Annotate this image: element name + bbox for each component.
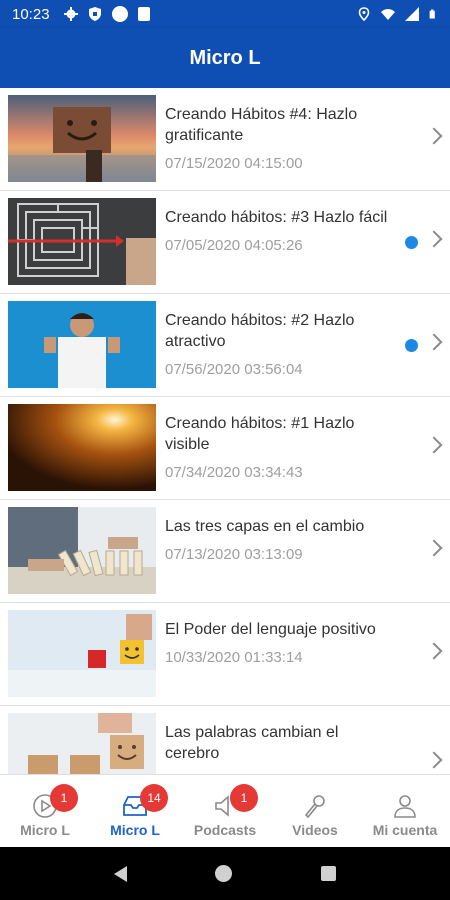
chevron-right-icon [425, 751, 443, 769]
location-icon [358, 7, 370, 21]
list-item[interactable]: Las palabras cambian el cerebro [0, 706, 450, 774]
list-item[interactable]: El Poder del lenguaje positivo 10/33/202… [0, 603, 450, 706]
item-date: 07/34/2020 03:34:43 [165, 464, 303, 481]
thumbnail-light-burst [8, 404, 156, 491]
item-text: Creando Hábitos #4: Hazlo gratificante 0… [165, 95, 393, 172]
system-nav-bar [0, 847, 450, 900]
item-title: Las palabras cambian el cerebro [165, 724, 339, 762]
wifi-icon [381, 9, 395, 20]
page-title: Micro L [189, 46, 261, 69]
recent-apps-icon[interactable] [320, 866, 336, 881]
circle-icon [111, 6, 128, 22]
tab-micro-l-play[interactable]: Micro L 1 [0, 775, 90, 847]
tab-label: Videos [292, 822, 338, 838]
thumbnail-smiley-sunset [8, 95, 156, 182]
notification-badge: 14 [140, 784, 168, 812]
item-title: Creando hábitos: #3 Hazlo fácil [165, 209, 388, 226]
chevron-right-icon [425, 539, 443, 557]
shield-icon [88, 7, 101, 21]
chevron-right-icon [425, 230, 443, 248]
item-text: Creando hábitos: #1 Hazlo visible 07/34/… [165, 404, 393, 481]
chevron-right-icon [425, 333, 443, 351]
item-title: Creando hábitos: #2 Hazlo atractivo [165, 312, 355, 350]
status-right-icons [357, 7, 438, 21]
chevron-right-icon [425, 127, 443, 145]
tab-videos[interactable]: Videos [270, 775, 360, 847]
chevron-right-icon [425, 436, 443, 454]
item-title: Las tres capas en el cambio [165, 518, 365, 535]
list-item[interactable]: Creando hábitos: #3 Hazlo fácil 07/05/20… [0, 191, 450, 294]
item-text: Creando hábitos: #3 Hazlo fácil 07/05/20… [165, 198, 393, 254]
thumbnail-domino-hands [8, 507, 156, 594]
item-date: 07/05/2020 04:05:26 [165, 237, 303, 254]
tab-label: Micro L [110, 822, 160, 838]
notification-badge: 1 [230, 784, 258, 812]
list-item[interactable]: Creando hábitos: #2 Hazlo atractivo 07/5… [0, 294, 450, 397]
unread-dot [405, 236, 418, 249]
sd-card-icon [137, 7, 150, 21]
home-icon[interactable] [215, 865, 233, 882]
tab-podcasts[interactable]: Podcasts 1 [180, 775, 270, 847]
user-icon [391, 792, 419, 820]
content-list[interactable]: Creando Hábitos #4: Hazlo gratificante 0… [0, 88, 450, 774]
battery-icon [429, 9, 435, 19]
list-item[interactable]: Creando Hábitos #4: Hazlo gratificante 0… [0, 88, 450, 191]
chevron-right-icon [425, 642, 443, 660]
thumbnail-excited-man [8, 301, 156, 388]
status-left-icons [63, 6, 150, 22]
item-text: Creando hábitos: #2 Hazlo atractivo 07/5… [165, 301, 393, 378]
list-item[interactable]: Las tres capas en el cambio 07/13/2020 0… [0, 500, 450, 603]
item-title: Creando hábitos: #1 Hazlo visible [165, 415, 355, 453]
item-date: 10/33/2020 01:33:14 [165, 649, 303, 666]
tab-label: Micro L [20, 822, 70, 838]
item-text: El Poder del lenguaje positivo 10/33/202… [165, 610, 393, 666]
item-date: 07/13/2020 03:13:09 [165, 546, 303, 563]
item-date: 07/15/2020 04:15:00 [165, 155, 303, 172]
microphone-icon [301, 792, 329, 820]
tab-mi-cuenta[interactable]: Mi cuenta [360, 775, 450, 847]
list-item[interactable]: Creando hábitos: #1 Hazlo visible 07/34/… [0, 397, 450, 500]
signal-icon [405, 7, 419, 21]
tab-label: Podcasts [193, 822, 257, 838]
thumbnail-wooden-smiley [8, 713, 156, 774]
app-bar: Micro L [0, 28, 450, 88]
unread-dot [405, 339, 418, 352]
notification-badge: 1 [50, 784, 78, 812]
bottom-nav: Micro L 1 Micro L 14 Podcasts 1 Videos M… [0, 774, 450, 847]
status-bar: 10:23 [0, 0, 450, 28]
thumbnail-smiley-cube [8, 610, 156, 697]
back-icon[interactable] [114, 865, 128, 882]
tab-micro-l-inbox[interactable]: Micro L 14 [90, 775, 180, 847]
settings-icon [63, 7, 78, 21]
item-title: Creando Hábitos #4: Hazlo gratificante [165, 106, 358, 144]
tab-label: Mi cuenta [372, 822, 438, 838]
item-date: 07/56/2020 03:56:04 [165, 361, 303, 378]
item-title: El Poder del lenguaje positivo [165, 621, 376, 638]
thumbnail-maze [8, 198, 156, 285]
status-time: 10:23 [12, 5, 50, 23]
item-text: Las tres capas en el cambio 07/13/2020 0… [165, 507, 393, 563]
item-text: Las palabras cambian el cerebro [165, 713, 393, 773]
